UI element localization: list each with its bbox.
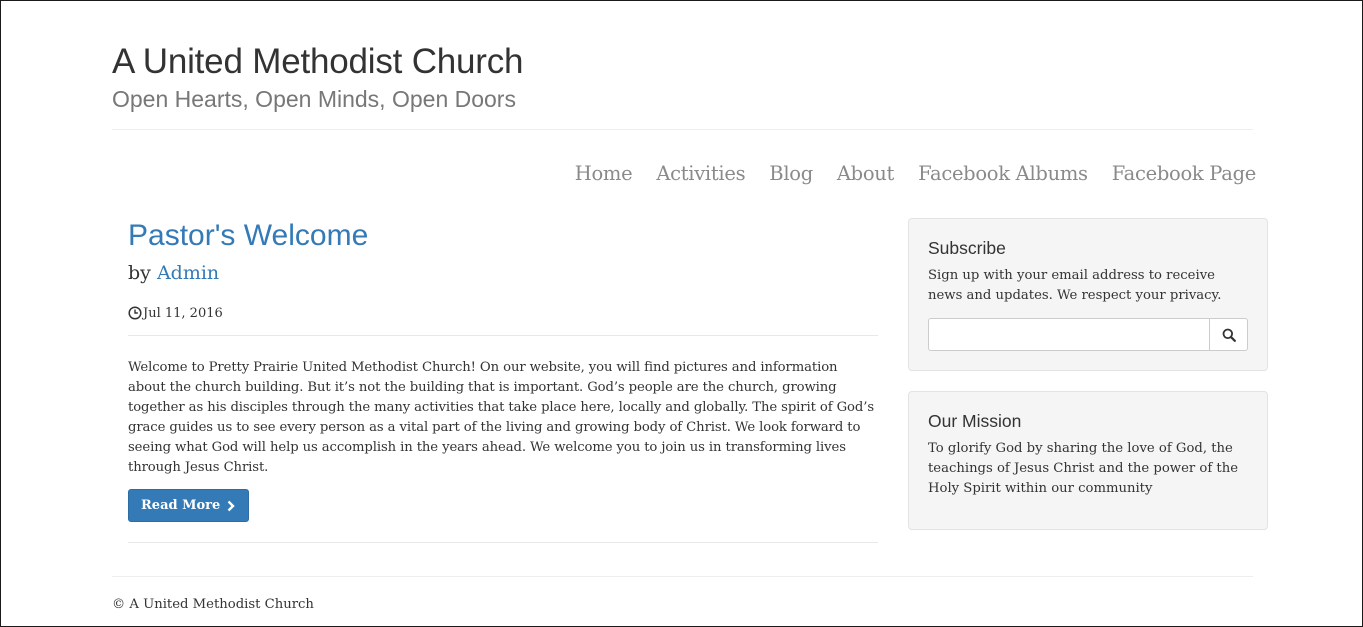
subscribe-form bbox=[928, 318, 1248, 351]
post-date-text: Jul 11, 2016 bbox=[143, 305, 223, 321]
subscribe-search-button[interactable] bbox=[1209, 318, 1248, 351]
read-more-label: Read More bbox=[141, 498, 221, 513]
post-divider-top bbox=[128, 335, 878, 336]
search-icon bbox=[1222, 328, 1236, 342]
read-more-button[interactable]: Read More bbox=[128, 489, 250, 522]
site-tagline: Open Hearts, Open Minds, Open Doors bbox=[112, 86, 516, 112]
post-article: Pastor's Welcome by Admin Jul 11, 2016 W… bbox=[128, 217, 878, 543]
post-byline: by Admin bbox=[128, 259, 878, 287]
chevron-right-icon bbox=[227, 500, 235, 511]
nav-item-activities[interactable]: Activities bbox=[656, 159, 745, 189]
clock-icon bbox=[128, 306, 142, 320]
site-header: A United Methodist Church Open Hearts, O… bbox=[112, 41, 1253, 114]
nav-item-facebook-albums[interactable]: Facebook Albums bbox=[918, 159, 1088, 189]
post-excerpt: Welcome to Pretty Prairie United Methodi… bbox=[128, 360, 874, 475]
byline-label: by bbox=[128, 262, 151, 284]
post-date: Jul 11, 2016 bbox=[128, 305, 878, 321]
post-title[interactable]: Pastor's Welcome bbox=[128, 217, 878, 255]
subscribe-text: Sign up with your email address to recei… bbox=[928, 268, 1222, 303]
subscribe-email-input[interactable] bbox=[928, 318, 1209, 351]
site-title[interactable]: A United Methodist Church bbox=[112, 41, 1253, 83]
author-link[interactable]: Admin bbox=[157, 262, 219, 284]
nav-item-home[interactable]: Home bbox=[575, 159, 633, 189]
nav-item-facebook-page[interactable]: Facebook Page bbox=[1112, 159, 1257, 189]
nav-item-blog[interactable]: Blog bbox=[769, 159, 813, 189]
mission-widget: Our Mission To glorify God by sharing th… bbox=[908, 391, 1268, 530]
footer-divider bbox=[112, 576, 1253, 577]
nav-item-about[interactable]: About bbox=[837, 159, 895, 189]
mission-text: To glorify God by sharing the love of Go… bbox=[928, 441, 1239, 496]
header-divider bbox=[112, 129, 1253, 130]
post-divider-bottom bbox=[128, 542, 878, 543]
mission-title: Our Mission bbox=[928, 411, 1022, 431]
main-nav: Home Activities Blog About Facebook Albu… bbox=[551, 159, 1257, 189]
footer-copyright: © A United Methodist Church bbox=[112, 597, 314, 612]
subscribe-title: Subscribe bbox=[928, 238, 1006, 258]
subscribe-widget: Subscribe Sign up with your email addres… bbox=[908, 218, 1268, 371]
